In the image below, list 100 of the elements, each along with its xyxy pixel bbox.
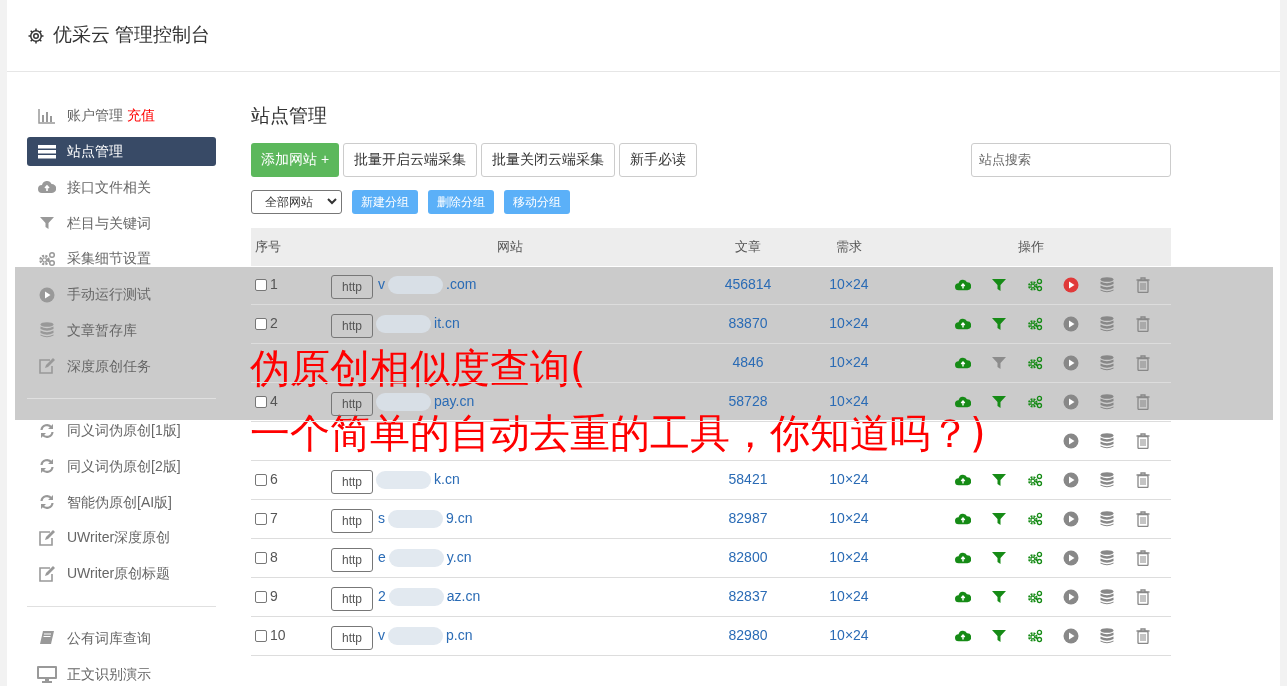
sidebar-item[interactable]: UWriter原创标题: [27, 558, 216, 589]
sidebar-item[interactable]: 栏目与关键词: [27, 208, 216, 238]
row-checkbox[interactable]: [255, 629, 267, 642]
monitor-icon: [37, 665, 57, 683]
gears-icon[interactable]: [1027, 315, 1043, 332]
sidebar-item[interactable]: 同义词伪原创[2版]: [27, 451, 216, 482]
trash-icon[interactable]: [1136, 393, 1150, 410]
toolbar-button[interactable]: 批量开启云端采集: [343, 142, 478, 177]
filter-icon[interactable]: [992, 550, 1006, 565]
sidebar-item[interactable]: 文章暂存库: [27, 315, 216, 346]
article-count[interactable]: 82837: [728, 588, 768, 604]
article-count[interactable]: 58728: [728, 393, 768, 409]
database-icon[interactable]: [1100, 627, 1114, 644]
trash-icon[interactable]: [1136, 510, 1150, 527]
gears-icon[interactable]: [1027, 549, 1043, 566]
column-header: 需求: [835, 237, 863, 256]
filter-icon[interactable]: [992, 472, 1006, 487]
sidebar-item[interactable]: 深度原创任务: [27, 351, 216, 381]
toolbar-button[interactable]: 新手必读: [619, 142, 698, 177]
cloud-upload-icon[interactable]: [955, 355, 971, 370]
filter-icon[interactable]: [992, 589, 1006, 604]
article-count[interactable]: 456814: [724, 276, 772, 292]
sidebar-item[interactable]: 正文识别演示: [27, 659, 216, 686]
database-icon[interactable]: [1100, 471, 1114, 488]
cloud-upload-icon[interactable]: [955, 511, 971, 526]
play-icon[interactable]: [1063, 471, 1079, 488]
database-icon[interactable]: [1100, 588, 1114, 605]
trash-icon[interactable]: [1136, 315, 1150, 332]
play-icon[interactable]: [1063, 354, 1079, 371]
article-count[interactable]: 4846: [732, 354, 764, 370]
sidebar-item[interactable]: 手动运行测试: [27, 279, 216, 310]
play-icon[interactable]: [1063, 588, 1079, 605]
domain-suffix: 9.cn: [446, 509, 473, 528]
database-icon[interactable]: [1100, 354, 1114, 371]
cloud-upload-icon[interactable]: [955, 277, 971, 292]
gears-icon[interactable]: [1027, 471, 1043, 488]
cloud-upload-icon[interactable]: [955, 628, 971, 643]
play-icon[interactable]: [1063, 432, 1079, 449]
toolbar-button[interactable]: 批量关闭云端采集: [481, 142, 616, 177]
article-count[interactable]: 82987: [728, 510, 768, 526]
play-icon[interactable]: [1063, 315, 1079, 332]
play-icon[interactable]: [1063, 393, 1079, 410]
database-icon[interactable]: [1100, 510, 1114, 527]
group-select[interactable]: 全部网站: [251, 189, 342, 214]
play-icon[interactable]: [1063, 627, 1079, 644]
sidebar-item[interactable]: UWriter深度原创: [27, 523, 216, 553]
gears-icon[interactable]: [1027, 627, 1043, 644]
filter-icon[interactable]: [992, 277, 1006, 292]
trash-icon[interactable]: [1136, 627, 1150, 644]
cloud-upload-icon[interactable]: [955, 589, 971, 604]
sidebar-item[interactable]: 采集细节设置: [27, 243, 216, 274]
filter-icon[interactable]: [992, 355, 1006, 370]
gears-icon[interactable]: [1027, 354, 1043, 371]
search-field[interactable]: 站点搜索: [971, 142, 1171, 177]
play-icon[interactable]: [1063, 510, 1079, 527]
article-count[interactable]: 82980: [728, 627, 768, 643]
trash-icon[interactable]: [1136, 354, 1150, 371]
trash-icon[interactable]: [1136, 276, 1150, 293]
article-count[interactable]: 83870: [728, 315, 768, 331]
sidebar-item[interactable]: 公有词库查询: [27, 623, 216, 654]
play-icon[interactable]: [1063, 276, 1079, 293]
trash-icon[interactable]: [1136, 588, 1150, 605]
filter-icon[interactable]: [992, 394, 1006, 409]
gears-icon[interactable]: [1027, 393, 1043, 410]
gears-icon[interactable]: [1027, 588, 1043, 605]
sidebar-item[interactable]: 账户管理 充值: [27, 101, 216, 131]
sidebar-item[interactable]: 同义词伪原创[1版]: [27, 415, 216, 446]
cloud-upload-icon[interactable]: [955, 394, 971, 409]
sidebar-item[interactable]: 站点管理: [27, 136, 216, 167]
database-icon[interactable]: [1100, 276, 1114, 293]
filter-icon: [40, 216, 54, 231]
play-icon: [39, 286, 55, 303]
row-checkbox[interactable]: [255, 590, 267, 603]
sidebar-item[interactable]: 智能伪原创[AI版]: [27, 487, 216, 518]
domain-suffix: y.cn: [446, 548, 472, 567]
database-icon[interactable]: [1100, 393, 1114, 410]
refresh-icon: [39, 422, 55, 439]
filter-icon[interactable]: [992, 316, 1006, 331]
gears-icon[interactable]: [1027, 276, 1043, 293]
recharge-link[interactable]: 充值: [127, 105, 155, 127]
filter-icon[interactable]: [992, 628, 1006, 643]
trash-icon[interactable]: [1136, 549, 1150, 566]
row-checkbox[interactable]: [255, 551, 267, 564]
database-icon[interactable]: [1100, 549, 1114, 566]
play-icon[interactable]: [1063, 549, 1079, 566]
database-icon[interactable]: [1100, 315, 1114, 332]
row-checkbox[interactable]: [255, 473, 267, 486]
trash-icon[interactable]: [1136, 471, 1150, 488]
filter-icon[interactable]: [992, 511, 1006, 526]
cloud-upload-icon[interactable]: [955, 316, 971, 331]
sidebar-item[interactable]: 接口文件相关: [27, 172, 216, 203]
database-icon[interactable]: [1100, 432, 1114, 449]
row-checkbox[interactable]: [255, 512, 267, 525]
article-count[interactable]: 82800: [728, 549, 768, 565]
article-count[interactable]: 58421: [728, 471, 768, 487]
edit-icon: [38, 358, 56, 374]
trash-icon[interactable]: [1136, 432, 1150, 449]
cloud-upload-icon[interactable]: [955, 472, 971, 487]
cloud-upload-icon[interactable]: [955, 550, 971, 565]
gears-icon[interactable]: [1027, 510, 1043, 527]
